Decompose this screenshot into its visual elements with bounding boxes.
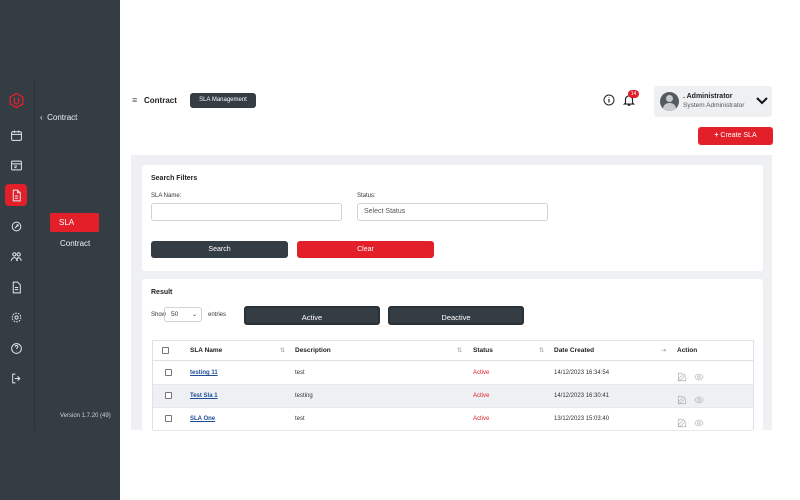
sla-table: SLA Name ⇅ Description ⇅ Status ⇅ Date C…: [152, 340, 754, 431]
report-icon[interactable]: [5, 154, 27, 176]
edit-icon[interactable]: [677, 392, 687, 405]
sort-icon[interactable]: ⇅: [539, 347, 544, 354]
menu-icon[interactable]: ≡: [132, 95, 137, 105]
status-cell: Active: [473, 370, 490, 376]
sort-icon[interactable]: ⇥: [661, 347, 666, 354]
subnav-section-title: Contract: [47, 113, 78, 122]
select-all-checkbox[interactable]: [162, 347, 169, 354]
sla-name-link[interactable]: SLA One: [190, 416, 215, 422]
date-created-cell: 14/12/2023 16:34:54: [554, 370, 610, 376]
edit-icon[interactable]: [677, 369, 687, 382]
description-cell: test: [295, 416, 305, 422]
file-icon[interactable]: [5, 276, 27, 298]
avatar: [660, 92, 679, 111]
search-filters-card: Search Filters SLA Name: Status: Select …: [142, 165, 763, 271]
result-card: Result Show 50 ⌄ entries Active Deactive…: [142, 279, 763, 431]
sla-name-link[interactable]: testing 11: [190, 370, 218, 376]
status-label: Status:: [357, 193, 376, 199]
user-name: . Administrator: [683, 93, 733, 100]
column-header-date-created[interactable]: Date Created: [554, 347, 594, 354]
search-button[interactable]: Search: [151, 241, 288, 258]
main-content: ≡ Contract SLA Management 14 . Administr…: [120, 0, 800, 500]
search-filters-title: Search Filters: [151, 175, 198, 182]
chevron-down-icon[interactable]: [756, 97, 768, 105]
entries-label: entries: [208, 312, 227, 318]
sla-name-input[interactable]: [151, 203, 342, 221]
row-checkbox[interactable]: [165, 415, 172, 422]
edit-icon[interactable]: [677, 415, 687, 428]
sidebar-item-contract[interactable]: Contract: [60, 239, 90, 248]
column-header-description[interactable]: Description: [295, 347, 331, 354]
logout-icon[interactable]: [5, 367, 27, 389]
subnav-back-link[interactable]: ‹ Contract: [40, 113, 77, 122]
breadcrumb: Contract: [144, 96, 177, 105]
version-text: Version 1.7.20 (49): [60, 413, 111, 419]
sidebar-item-sla[interactable]: SLA: [50, 213, 99, 232]
icon-bar: [0, 80, 34, 430]
description-cell: testing: [295, 393, 313, 399]
notification-badge: 14: [628, 90, 639, 98]
help-icon[interactable]: [5, 337, 27, 359]
view-eye-icon[interactable]: [694, 415, 704, 427]
table-row: SLA One test Active 13/12/2023 15:03:40: [153, 408, 753, 431]
sla-name-link[interactable]: Test Sla 1: [190, 393, 218, 399]
table-row: testing 11 test Active 14/12/2023 16:34:…: [153, 362, 753, 385]
status-cell: Active: [473, 393, 490, 399]
deactive-filter-button[interactable]: Deactive: [388, 306, 524, 325]
status-cell: Active: [473, 416, 490, 422]
sort-icon[interactable]: ⇅: [280, 347, 285, 354]
chevron-down-icon: ⌄: [191, 312, 197, 318]
sub-navigation: ‹ Contract SLA Contract Version 1.7.20 (…: [34, 80, 118, 430]
clear-button[interactable]: Clear: [297, 241, 434, 258]
user-role: System Administrator: [683, 102, 745, 109]
create-sla-label: Create SLA: [720, 132, 757, 139]
sidebar: ‹ Contract SLA Contract Version 1.7.20 (…: [0, 0, 120, 500]
date-created-cell: 14/12/2023 16:30:41: [554, 393, 610, 399]
settings-gear-icon[interactable]: [5, 306, 27, 328]
create-sla-button[interactable]: + Create SLA: [698, 127, 773, 145]
active-filter-button[interactable]: Active: [244, 306, 380, 325]
chevron-left-icon: ‹: [40, 113, 43, 122]
info-icon[interactable]: [603, 94, 615, 106]
column-header-sla-name[interactable]: SLA Name: [190, 347, 222, 354]
sla-name-label: SLA Name:: [151, 193, 182, 199]
table-row: Test Sla 1 testing Active 14/12/2023 16:…: [153, 385, 753, 408]
date-created-cell: 13/12/2023 15:03:40: [554, 416, 610, 422]
calendar-icon[interactable]: [5, 124, 27, 146]
page-size-value: 50: [171, 311, 179, 318]
row-checkbox[interactable]: [165, 392, 172, 399]
plus-icon: +: [714, 132, 719, 139]
description-cell: test: [295, 370, 305, 376]
column-header-status[interactable]: Status: [473, 347, 493, 354]
logo-icon: [5, 89, 27, 111]
view-eye-icon[interactable]: [694, 369, 704, 381]
content-panel: Search Filters SLA Name: Status: Select …: [131, 155, 772, 431]
sort-icon[interactable]: ⇅: [457, 347, 462, 354]
users-icon[interactable]: [5, 245, 27, 267]
result-title: Result: [151, 289, 173, 296]
table-header: SLA Name ⇅ Description ⇅ Status ⇅ Date C…: [153, 341, 753, 361]
page-size-select[interactable]: 50 ⌄: [164, 307, 202, 322]
page-title-pill: SLA Management: [190, 93, 256, 108]
status-select[interactable]: Select Status: [357, 203, 548, 221]
column-header-action: Action: [677, 347, 698, 354]
contract-document-icon[interactable]: [5, 184, 27, 206]
user-menu[interactable]: . Administrator System Administrator: [654, 86, 772, 117]
view-eye-icon[interactable]: [694, 392, 704, 404]
row-checkbox[interactable]: [165, 369, 172, 376]
tools-icon[interactable]: [5, 215, 27, 237]
